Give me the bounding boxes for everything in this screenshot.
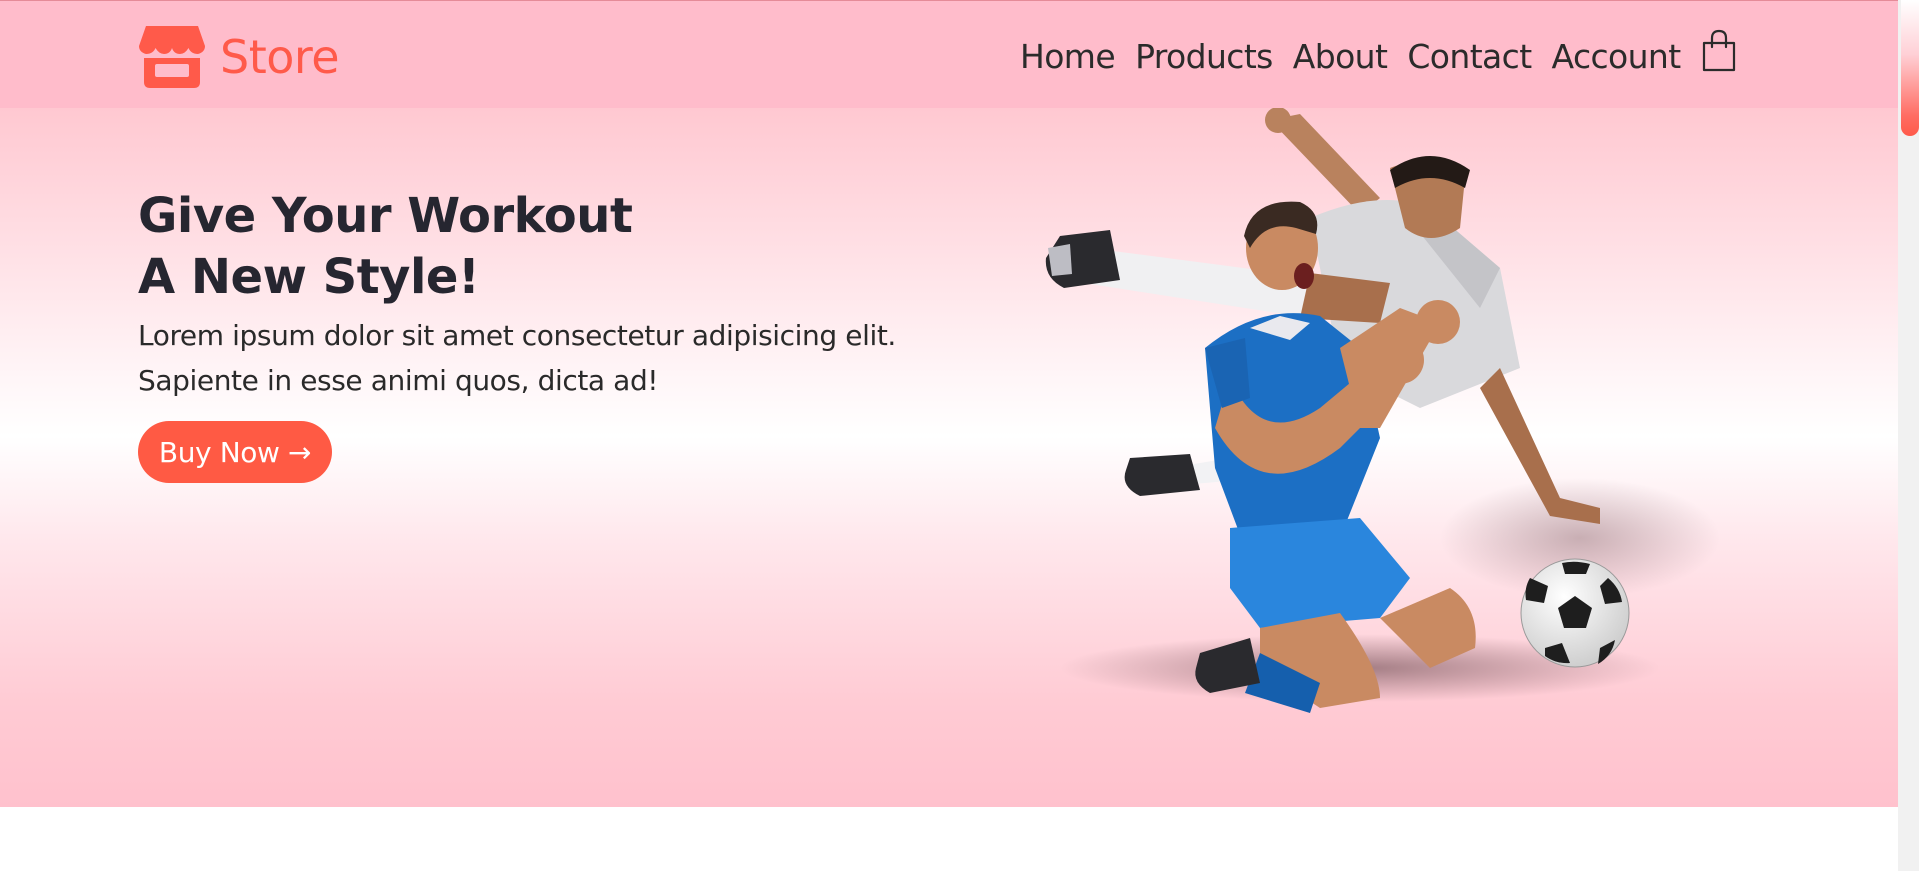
hero-title-line-2: A New Style! bbox=[138, 249, 480, 305]
nav-link-account[interactable]: Account bbox=[1552, 40, 1682, 73]
brand-logo-link[interactable]: Store bbox=[138, 23, 340, 91]
nav-link-home[interactable]: Home bbox=[1020, 40, 1116, 73]
page: Store Home Products About Contact Accoun… bbox=[0, 0, 1898, 871]
hero-section: Give Your Workout A New Style! Lorem ips… bbox=[0, 108, 1898, 807]
buy-now-button[interactable]: Buy Now → bbox=[138, 421, 332, 483]
hero-title-line-1: Give Your Workout bbox=[138, 188, 633, 244]
storefront-icon bbox=[139, 26, 205, 88]
nav-link-about[interactable]: About bbox=[1293, 40, 1388, 73]
site-header: Store Home Products About Contact Accoun… bbox=[0, 0, 1898, 108]
hero-description: Lorem ipsum dolor sit amet consectetur a… bbox=[138, 313, 898, 403]
soccer-ball bbox=[1520, 558, 1630, 668]
brand-name: Store bbox=[220, 30, 340, 84]
main-nav: Home Products About Contact Account bbox=[1020, 31, 1701, 81]
shopping-bag-icon[interactable] bbox=[1702, 29, 1736, 73]
scrollbar-thumb[interactable] bbox=[1901, 0, 1919, 136]
hero-description-line-1: Lorem ipsum dolor sit amet consectetur a… bbox=[138, 319, 896, 352]
soccer-players-image bbox=[1045, 108, 1720, 713]
hero-title: Give Your Workout A New Style! bbox=[138, 186, 633, 308]
nav-link-contact[interactable]: Contact bbox=[1407, 40, 1532, 73]
hero-description-line-2: Sapiente in esse animi quos, dicta ad! bbox=[138, 364, 659, 397]
nav-link-products[interactable]: Products bbox=[1135, 40, 1273, 73]
